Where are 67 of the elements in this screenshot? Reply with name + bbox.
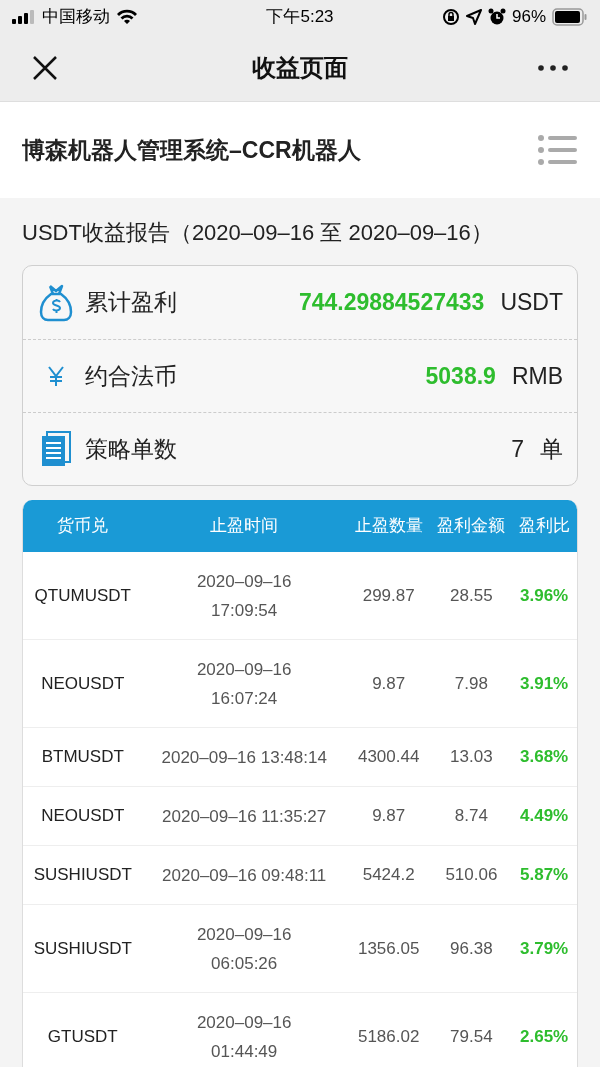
table-cell-text: 9.87 xyxy=(372,672,406,695)
table-cell-text: 5.87% xyxy=(520,864,569,887)
table-cell-text: 8.74 xyxy=(454,805,488,828)
wifi-icon xyxy=(116,9,138,25)
rotation-lock-icon xyxy=(441,8,460,26)
summary-unit: RMB xyxy=(511,361,563,391)
table-cell-text: SUSHIUSDT xyxy=(33,864,132,887)
summary-unit: 单 xyxy=(540,434,563,464)
summary-label: 累计盈利 xyxy=(85,288,177,318)
table-cell-text: 4300.44 xyxy=(357,746,420,769)
table-cell-text: 3.96% xyxy=(520,584,569,607)
column-header: 货币兑 xyxy=(57,516,109,536)
table-cell-text: 1356.05 xyxy=(357,937,420,960)
table-cell-text: NEOUSDT xyxy=(41,672,125,695)
yen-icon xyxy=(46,365,66,387)
table-cell-text: 13.03 xyxy=(450,746,493,769)
table-cell-text: 2020–09–16 09:48:11 xyxy=(162,864,327,887)
column-header: 止盈时间 xyxy=(210,516,279,536)
table-cell-text: GTUSDT xyxy=(47,1025,118,1048)
table-cell-text: 9.87 xyxy=(372,805,406,828)
table-cell-text: 3.79% xyxy=(520,937,569,960)
more-icon xyxy=(538,64,568,71)
summary-label: 约合法币 xyxy=(85,361,177,391)
battery-icon xyxy=(552,8,588,26)
table-cell-text: 299.87 xyxy=(362,584,415,607)
money-bag-icon xyxy=(39,283,73,322)
summary-unit: USDT xyxy=(500,288,563,318)
page-title: 收益页面 xyxy=(252,52,348,83)
table-cell-text: 510.06 xyxy=(445,864,498,887)
column-header: 止盈数量 xyxy=(354,516,423,536)
table-cell-text: 2.65% xyxy=(520,1025,569,1048)
table-cell-text: 2020–09–16 16:07:24 xyxy=(195,658,293,710)
system-title: 博森机器人管理系统–CCR机器人 xyxy=(22,135,361,165)
table-cell-text: 96.38 xyxy=(450,937,493,960)
summary-value: 7 xyxy=(511,434,524,464)
table-cell-text: 3.91% xyxy=(520,672,569,695)
document-icon xyxy=(41,431,71,467)
table-cell-text: QTUMUSDT xyxy=(34,584,131,607)
column-header: 盈利金额 xyxy=(437,516,506,536)
table-cell-text: 28.55 xyxy=(450,584,493,607)
table-cell-text: 2020–09–16 13:48:14 xyxy=(161,746,327,769)
status-time: 下午5:23 xyxy=(266,6,334,29)
summary-value: 744.29884527433 xyxy=(298,288,485,318)
table-cell-text: 79.54 xyxy=(450,1025,493,1048)
close-icon xyxy=(32,54,58,81)
summary-value: 5038.9 xyxy=(425,361,496,391)
table-cell-text: BTMUSDT xyxy=(41,746,124,769)
signal-icon xyxy=(12,10,36,24)
table-cell-text: 5186.02 xyxy=(357,1025,420,1048)
table-cell-text: 7.98 xyxy=(454,672,488,695)
summary-label: 策略单数 xyxy=(85,434,177,464)
report-title: USDT收益报告（2020–09–16 至 2020–09–16） xyxy=(22,220,493,245)
location-icon xyxy=(465,9,482,25)
table-cell-text: 2020–09–16 11:35:27 xyxy=(162,805,327,828)
carrier-name: 中国移动 xyxy=(42,6,110,29)
table-cell-text: 2020–09–16 06:05:26 xyxy=(195,923,293,975)
table-cell-text: SUSHIUSDT xyxy=(33,937,132,960)
battery-percent: 96% xyxy=(511,6,546,29)
table-cell-text: 3.68% xyxy=(520,746,569,769)
menu-icon xyxy=(537,134,577,166)
table-cell-text: 5424.2 xyxy=(362,864,415,887)
table-cell-text: NEOUSDT xyxy=(41,805,125,828)
table-cell-text: 4.49% xyxy=(520,805,569,828)
table-cell-text: 2020–09–16 17:09:54 xyxy=(195,570,293,622)
column-header: 盈利比 xyxy=(518,516,570,536)
table-cell-text: 2020–09–16 01:44:49 xyxy=(195,1011,293,1063)
alarm-icon xyxy=(487,8,506,26)
